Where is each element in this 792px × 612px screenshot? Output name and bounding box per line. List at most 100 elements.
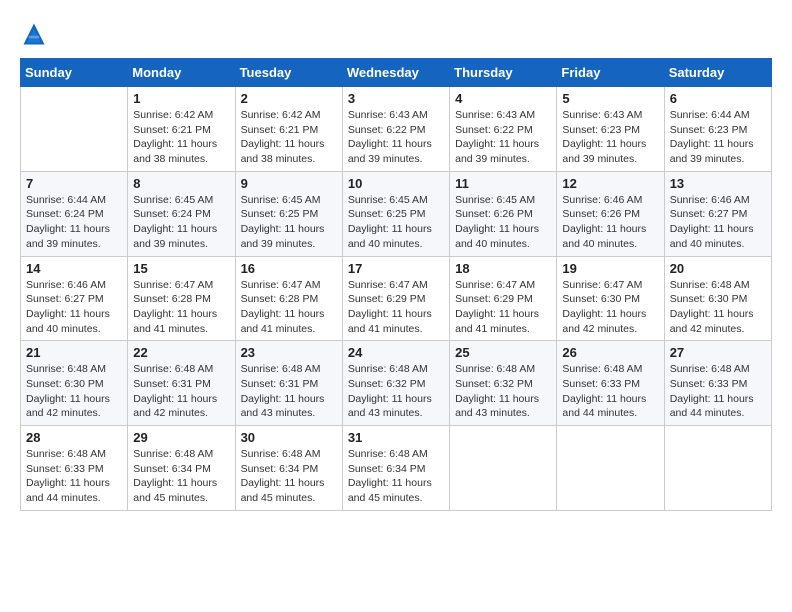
weekday-header: Friday — [557, 59, 664, 87]
day-info: Sunrise: 6:48 AMSunset: 6:34 PMDaylight:… — [133, 447, 229, 506]
weekday-header: Saturday — [664, 59, 771, 87]
calendar-week-row: 21Sunrise: 6:48 AMSunset: 6:30 PMDayligh… — [21, 341, 772, 426]
calendar-cell: 25 Sunrise: 6:48 AMSunset: 6:32 PMDayligh… — [450, 341, 557, 426]
day-info: Sunrise: 6:48 AMSunset: 6:34 PMDaylight:… — [348, 447, 444, 506]
day-info: Sunrise: 6:46 AMSunset: 6:27 PMDaylight:… — [26, 278, 122, 337]
page-header — [20, 20, 772, 48]
day-number: 23 — [241, 345, 337, 360]
day-info: Sunrise: 6:43 AMSunset: 6:22 PMDaylight:… — [348, 108, 444, 167]
day-number: 25 — [455, 345, 551, 360]
day-info: Sunrise: 6:45 AMSunset: 6:25 PMDaylight:… — [348, 193, 444, 252]
day-info: Sunrise: 6:43 AMSunset: 6:22 PMDaylight:… — [455, 108, 551, 167]
calendar-cell: 24 Sunrise: 6:48 AMSunset: 6:32 PMDayligh… — [342, 341, 449, 426]
day-number: 18 — [455, 261, 551, 276]
day-number: 15 — [133, 261, 229, 276]
day-info: Sunrise: 6:45 AMSunset: 6:26 PMDaylight:… — [455, 193, 551, 252]
calendar-cell — [664, 426, 771, 511]
day-number: 26 — [562, 345, 658, 360]
day-number: 8 — [133, 176, 229, 191]
calendar-cell: 19 Sunrise: 6:47 AMSunset: 6:30 PMDayligh… — [557, 256, 664, 341]
calendar-cell: 4 Sunrise: 6:43 AMSunset: 6:22 PMDaylight… — [450, 87, 557, 172]
day-info: Sunrise: 6:48 AMSunset: 6:31 PMDaylight:… — [133, 362, 229, 421]
calendar-cell: 7 Sunrise: 6:44 AMSunset: 6:24 PMDaylight… — [21, 171, 128, 256]
calendar-week-row: 1 Sunrise: 6:42 AMSunset: 6:21 PMDaylight… — [21, 87, 772, 172]
day-number: 19 — [562, 261, 658, 276]
weekday-header: Monday — [128, 59, 235, 87]
logo — [20, 20, 52, 48]
weekday-header: Thursday — [450, 59, 557, 87]
calendar-week-row: 28Sunrise: 6:48 AMSunset: 6:33 PMDayligh… — [21, 426, 772, 511]
calendar: SundayMondayTuesdayWednesdayThursdayFrid… — [20, 58, 772, 511]
day-info: Sunrise: 6:43 AMSunset: 6:23 PMDaylight:… — [562, 108, 658, 167]
day-number: 28 — [26, 430, 122, 445]
calendar-cell: 18 Sunrise: 6:47 AMSunset: 6:29 PMDayligh… — [450, 256, 557, 341]
calendar-cell: 13 Sunrise: 6:46 AMSunset: 6:27 PMDayligh… — [664, 171, 771, 256]
calendar-body: 1 Sunrise: 6:42 AMSunset: 6:21 PMDaylight… — [21, 87, 772, 511]
calendar-cell: 2 Sunrise: 6:42 AMSunset: 6:21 PMDaylight… — [235, 87, 342, 172]
day-number: 2 — [241, 91, 337, 106]
day-number: 22 — [133, 345, 229, 360]
calendar-cell: 3 Sunrise: 6:43 AMSunset: 6:22 PMDaylight… — [342, 87, 449, 172]
day-number: 7 — [26, 176, 122, 191]
day-info: Sunrise: 6:48 AMSunset: 6:32 PMDaylight:… — [348, 362, 444, 421]
day-info: Sunrise: 6:46 AMSunset: 6:27 PMDaylight:… — [670, 193, 766, 252]
day-number: 1 — [133, 91, 229, 106]
calendar-cell: 14Sunrise: 6:46 AMSunset: 6:27 PMDayligh… — [21, 256, 128, 341]
day-info: Sunrise: 6:48 AMSunset: 6:31 PMDaylight:… — [241, 362, 337, 421]
day-info: Sunrise: 6:46 AMSunset: 6:26 PMDaylight:… — [562, 193, 658, 252]
calendar-cell — [450, 426, 557, 511]
logo-icon — [20, 20, 48, 48]
calendar-cell: 21Sunrise: 6:48 AMSunset: 6:30 PMDayligh… — [21, 341, 128, 426]
calendar-cell: 6 Sunrise: 6:44 AMSunset: 6:23 PMDaylight… — [664, 87, 771, 172]
day-number: 24 — [348, 345, 444, 360]
day-number: 3 — [348, 91, 444, 106]
calendar-cell: 27 Sunrise: 6:48 AMSunset: 6:33 PMDayligh… — [664, 341, 771, 426]
calendar-week-row: 14Sunrise: 6:46 AMSunset: 6:27 PMDayligh… — [21, 256, 772, 341]
day-info: Sunrise: 6:45 AMSunset: 6:25 PMDaylight:… — [241, 193, 337, 252]
day-number: 9 — [241, 176, 337, 191]
day-number: 11 — [455, 176, 551, 191]
calendar-cell — [557, 426, 664, 511]
day-info: Sunrise: 6:48 AMSunset: 6:32 PMDaylight:… — [455, 362, 551, 421]
calendar-cell: 22 Sunrise: 6:48 AMSunset: 6:31 PMDayligh… — [128, 341, 235, 426]
calendar-cell: 9 Sunrise: 6:45 AMSunset: 6:25 PMDaylight… — [235, 171, 342, 256]
day-number: 10 — [348, 176, 444, 191]
day-number: 16 — [241, 261, 337, 276]
day-info: Sunrise: 6:47 AMSunset: 6:28 PMDaylight:… — [133, 278, 229, 337]
calendar-cell: 12 Sunrise: 6:46 AMSunset: 6:26 PMDayligh… — [557, 171, 664, 256]
calendar-cell: 10 Sunrise: 6:45 AMSunset: 6:25 PMDayligh… — [342, 171, 449, 256]
calendar-cell: 11 Sunrise: 6:45 AMSunset: 6:26 PMDayligh… — [450, 171, 557, 256]
day-info: Sunrise: 6:45 AMSunset: 6:24 PMDaylight:… — [133, 193, 229, 252]
day-number: 4 — [455, 91, 551, 106]
calendar-cell: 5Sunrise: 6:43 AMSunset: 6:23 PMDaylight… — [557, 87, 664, 172]
day-info: Sunrise: 6:48 AMSunset: 6:33 PMDaylight:… — [670, 362, 766, 421]
calendar-cell: 30Sunrise: 6:48 AMSunset: 6:34 PMDayligh… — [235, 426, 342, 511]
calendar-cell: 28Sunrise: 6:48 AMSunset: 6:33 PMDayligh… — [21, 426, 128, 511]
calendar-cell — [21, 87, 128, 172]
day-info: Sunrise: 6:47 AMSunset: 6:29 PMDaylight:… — [348, 278, 444, 337]
day-info: Sunrise: 6:44 AMSunset: 6:23 PMDaylight:… — [670, 108, 766, 167]
day-number: 21 — [26, 345, 122, 360]
day-info: Sunrise: 6:47 AMSunset: 6:30 PMDaylight:… — [562, 278, 658, 337]
day-number: 30 — [241, 430, 337, 445]
calendar-cell: 15 Sunrise: 6:47 AMSunset: 6:28 PMDayligh… — [128, 256, 235, 341]
weekday-header: Tuesday — [235, 59, 342, 87]
day-number: 27 — [670, 345, 766, 360]
day-number: 17 — [348, 261, 444, 276]
weekday-row: SundayMondayTuesdayWednesdayThursdayFrid… — [21, 59, 772, 87]
day-number: 13 — [670, 176, 766, 191]
day-number: 12 — [562, 176, 658, 191]
day-info: Sunrise: 6:47 AMSunset: 6:29 PMDaylight:… — [455, 278, 551, 337]
day-info: Sunrise: 6:44 AMSunset: 6:24 PMDaylight:… — [26, 193, 122, 252]
calendar-cell: 31Sunrise: 6:48 AMSunset: 6:34 PMDayligh… — [342, 426, 449, 511]
day-info: Sunrise: 6:42 AMSunset: 6:21 PMDaylight:… — [241, 108, 337, 167]
day-info: Sunrise: 6:47 AMSunset: 6:28 PMDaylight:… — [241, 278, 337, 337]
day-info: Sunrise: 6:48 AMSunset: 6:33 PMDaylight:… — [562, 362, 658, 421]
day-info: Sunrise: 6:42 AMSunset: 6:21 PMDaylight:… — [133, 108, 229, 167]
calendar-cell: 20Sunrise: 6:48 AMSunset: 6:30 PMDayligh… — [664, 256, 771, 341]
day-number: 6 — [670, 91, 766, 106]
weekday-header: Wednesday — [342, 59, 449, 87]
weekday-header: Sunday — [21, 59, 128, 87]
calendar-cell: 23 Sunrise: 6:48 AMSunset: 6:31 PMDayligh… — [235, 341, 342, 426]
calendar-cell: 16 Sunrise: 6:47 AMSunset: 6:28 PMDayligh… — [235, 256, 342, 341]
